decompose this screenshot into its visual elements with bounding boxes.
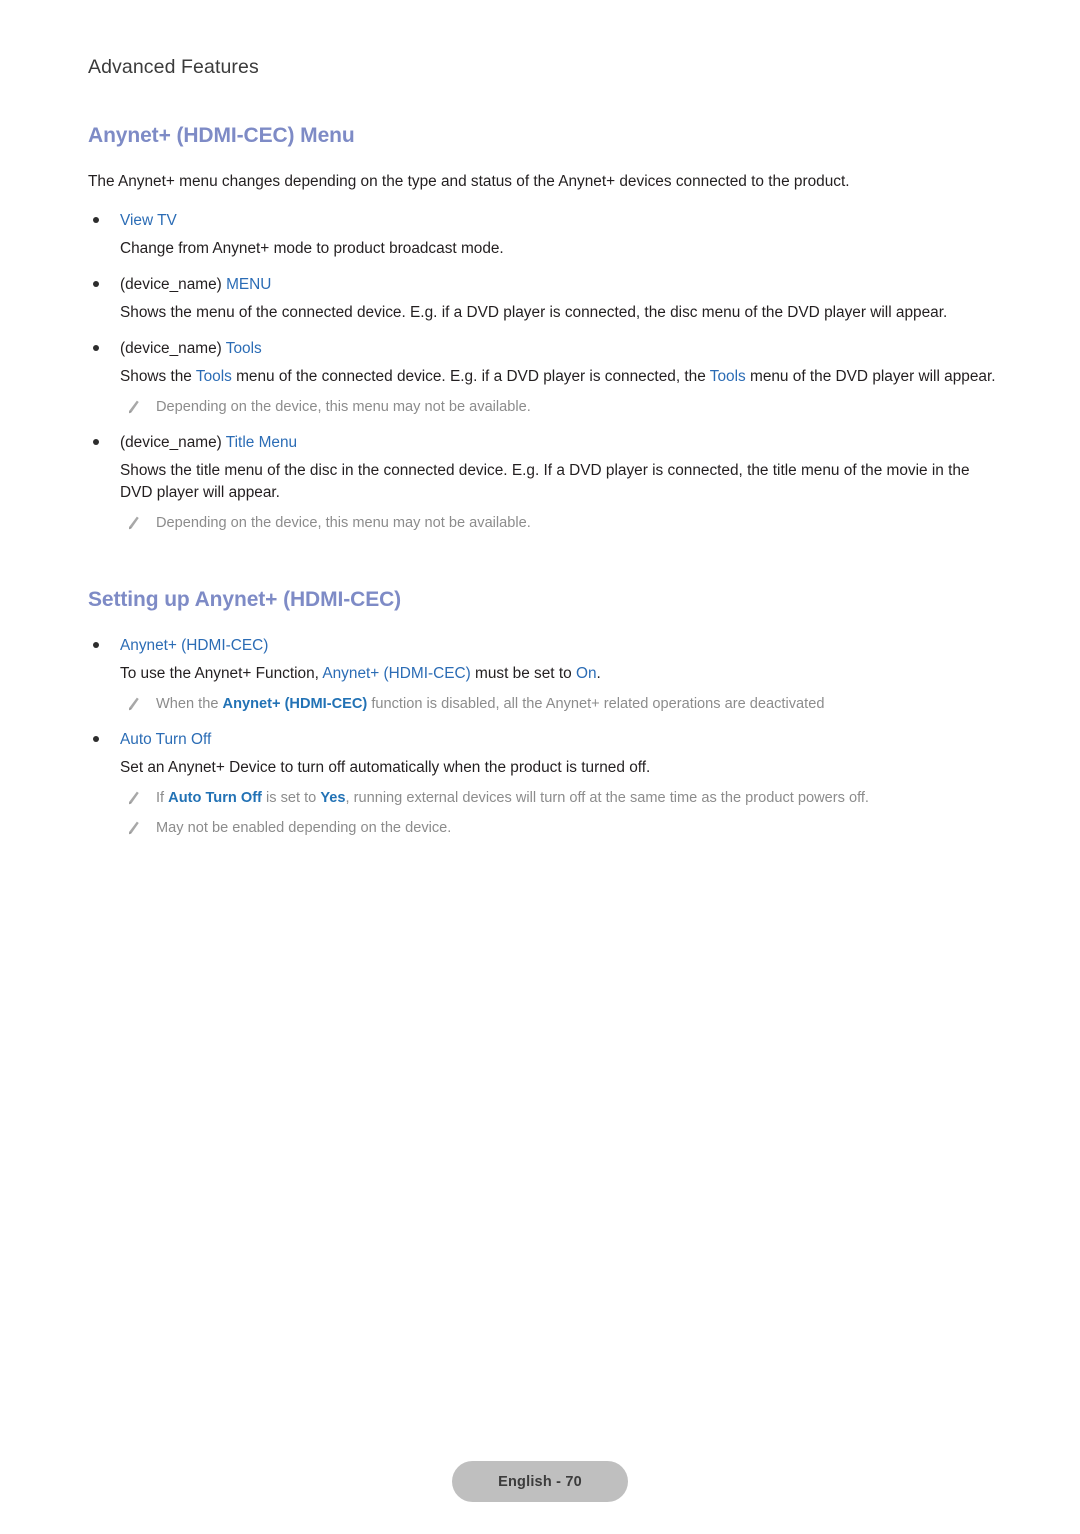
note-text-part: If [156, 790, 169, 806]
device-name-token: (device_name) [120, 433, 226, 451]
note-row-auto-turn-off-yes: If Auto Turn Off is set to Yes, running … [88, 788, 998, 810]
bullet-title-device-title-menu: (device_name) Title Menu [120, 434, 297, 451]
pencil-note-icon [126, 399, 141, 415]
footer-page-badge: English - 70 [452, 1461, 628, 1502]
note-row-title-menu-availability: Depending on the device, this menu may n… [88, 513, 998, 535]
bullet-dot-icon [93, 736, 99, 743]
pencil-note-icon [126, 696, 141, 712]
link-tools-inline-2[interactable]: Tools [710, 368, 746, 385]
bullet-row-device-tools: (device_name) Tools [88, 337, 998, 360]
bullet-block-anynet-hdmi-cec: Anynet+ (HDMI-CEC) To use the Anynet+ Fu… [88, 634, 998, 716]
bullet-title-view-tv: View TV [120, 212, 177, 229]
bullet-body-view-tv: Change from Anynet+ mode to product broa… [120, 240, 504, 258]
link-view-tv[interactable]: View TV [120, 212, 177, 229]
bullet-title-anynet-hdmi-cec: Anynet+ (HDMI-CEC) [120, 637, 268, 654]
note-text-part: function is disabled, all the Anynet+ re… [367, 696, 825, 713]
note-row-auto-turn-off-availability: May not be enabled depending on the devi… [88, 818, 998, 840]
bullet-title-device-tools: (device_name) Tools [120, 340, 262, 357]
body-text-part: Shows the [120, 367, 196, 385]
bullet-block-device-title-menu: (device_name) Title Menu Shows the title… [88, 431, 998, 536]
link-yes-value[interactable]: Yes [320, 790, 345, 806]
note-row-tools-availability: Depending on the device, this menu may n… [88, 397, 998, 419]
link-anynet-hdmi-cec-note[interactable]: Anynet+ (HDMI-CEC) [223, 696, 368, 712]
bullet-block-view-tv: View TV Change from Anynet+ mode to prod… [88, 209, 998, 261]
bullet-title-auto-turn-off: Auto Turn Off [120, 731, 211, 748]
body-text-part: To use the Anynet+ Function, [120, 665, 323, 683]
note-row-anynet-disabled: When the Anynet+ (HDMI-CEC) function is … [88, 694, 998, 716]
bullet-row-view-tv: View TV [88, 209, 998, 232]
footer-page-label: English - 70 [498, 1473, 582, 1490]
link-on-value[interactable]: On [576, 665, 597, 682]
pencil-note-icon [126, 820, 141, 836]
note-text-part: , running external devices will turn off… [345, 790, 870, 806]
device-name-token: (device_name) [120, 339, 226, 357]
link-tools[interactable]: Tools [226, 340, 262, 357]
link-tools-inline-1[interactable]: Tools [196, 368, 232, 385]
note-text: Depending on the device, this menu may n… [156, 398, 531, 415]
note-text-part: When the [156, 696, 223, 713]
pencil-note-icon [126, 515, 141, 531]
link-auto-turn-off-note[interactable]: Auto Turn Off [168, 790, 262, 806]
bullet-dot-icon [93, 216, 99, 223]
bullet-dot-icon [93, 642, 99, 649]
link-menu[interactable]: MENU [226, 276, 271, 293]
bullet-row-auto-turn-off: Auto Turn Off [88, 728, 998, 751]
bullet-body-auto-turn-off: Set an Anynet+ Device to turn off automa… [120, 759, 651, 777]
document-page: Advanced Features Anynet+ (HDMI-CEC) Men… [0, 0, 1080, 1534]
link-title-menu[interactable]: Title Menu [226, 434, 297, 451]
bullet-body-device-title-menu: Shows the title menu of the disc in the … [120, 461, 970, 502]
body-text-part: must be set to [470, 665, 576, 683]
bullet-row-anynet-hdmi-cec: Anynet+ (HDMI-CEC) [88, 634, 998, 657]
note-text: Depending on the device, this menu may n… [156, 515, 531, 532]
body-text-part: menu of the DVD player will appear. [745, 367, 996, 385]
device-name-token: (device_name) [120, 275, 227, 293]
bullet-row-device-title-menu: (device_name) Title Menu [88, 431, 998, 454]
note-text-part: is set to [261, 790, 321, 806]
bullet-title-device-menu: (device_name) MENU [120, 276, 271, 293]
section-heading-setting-up-anynet: Setting up Anynet+ (HDMI-CEC) [88, 588, 402, 612]
body-text-part: menu of the connected device. E.g. if a … [231, 367, 710, 385]
section-heading-anynet-menu: Anynet+ (HDMI-CEC) Menu [88, 124, 355, 148]
pencil-note-icon [126, 790, 141, 806]
section-intro-paragraph: The Anynet+ menu changes depending on th… [88, 172, 850, 190]
note-text: May not be enabled depending on the devi… [156, 819, 452, 836]
running-head: Advanced Features [88, 56, 259, 78]
link-anynet-hdmi-cec[interactable]: Anynet+ (HDMI-CEC) [120, 637, 268, 654]
link-auto-turn-off[interactable]: Auto Turn Off [120, 731, 211, 748]
bullet-dot-icon [93, 344, 99, 351]
bullet-dot-icon [93, 280, 99, 287]
bullet-body-anynet-hdmi-cec: To use the Anynet+ Function, Anynet+ (HD… [88, 663, 998, 686]
bullet-block-device-menu: (device_name) MENU Shows the menu of the… [88, 273, 998, 325]
bullet-row-device-menu: (device_name) MENU [88, 273, 998, 296]
bullet-body-device-menu: Shows the menu of the connected device. … [120, 303, 948, 321]
bullet-block-auto-turn-off: Auto Turn Off Set an Anynet+ Device to t… [88, 728, 998, 840]
body-text-part: . [596, 665, 601, 683]
link-anynet-hdmi-cec-inline[interactable]: Anynet+ (HDMI-CEC) [322, 665, 470, 682]
bullet-body-device-tools: Shows the Tools menu of the connected de… [88, 366, 998, 389]
page-content: Advanced Features Anynet+ (HDMI-CEC) Men… [88, 56, 998, 852]
bullet-dot-icon [93, 438, 99, 445]
bullet-block-device-tools: (device_name) Tools Shows the Tools menu… [88, 337, 998, 419]
